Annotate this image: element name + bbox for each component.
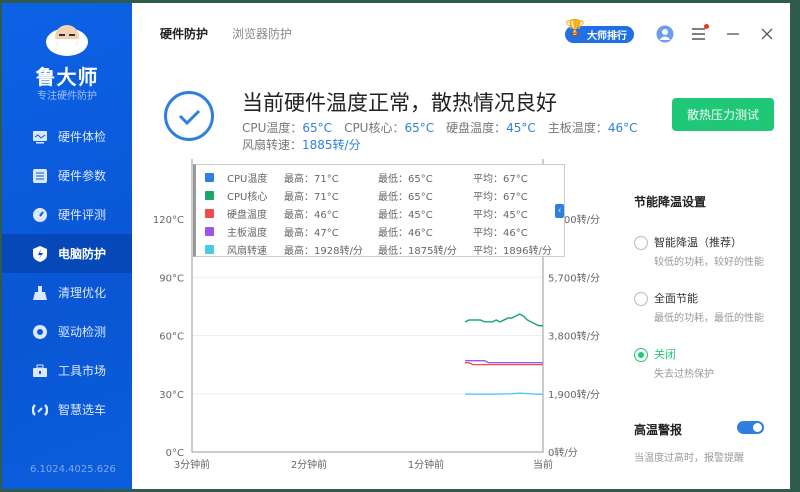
legend-row: 硬盘温度 最高：46°C 最低：45°C 平均：45°C bbox=[196, 204, 564, 222]
option-title: 关闭 bbox=[654, 348, 676, 361]
chevron-left-icon: ‹ bbox=[557, 206, 562, 216]
y-left-tick-label: 120°C bbox=[153, 215, 184, 226]
legend-max: 最高：1928转/分 bbox=[284, 245, 363, 257]
legend-name: 风扇转速 bbox=[227, 245, 267, 257]
app-window: 鲁大师 专注硬件防护 硬件体检 硬件参数 硬件评测 电脑防护 清理优化 驱动检测 工具市场智… bbox=[2, 3, 790, 489]
cooling-option-1[interactable]: 全面节能最低的功耗，最低的性能 bbox=[634, 290, 774, 324]
collapse-legend-button[interactable]: ‹ bbox=[555, 204, 564, 218]
x-tick-label: 2分钟前 bbox=[291, 458, 327, 471]
legend-avg: 平均：67°C bbox=[473, 191, 528, 203]
y-right-tick-label: 1,900转/分 bbox=[548, 388, 600, 401]
legend-min: 最低：45°C bbox=[378, 209, 433, 221]
settings-title: 节能降温设置 bbox=[634, 195, 707, 209]
legend-min: 最低：46°C bbox=[378, 227, 433, 239]
series-line-1 bbox=[464, 313, 543, 327]
cooling-option-2[interactable]: 关闭 失去过热保护 bbox=[634, 346, 774, 380]
legend-min: 最低：65°C bbox=[378, 173, 433, 185]
alarm-toggle[interactable] bbox=[737, 421, 764, 434]
y-left-tick-label: 60°C bbox=[159, 332, 184, 343]
legend-max: 最高：71°C bbox=[284, 191, 339, 203]
radio-button[interactable] bbox=[634, 236, 648, 250]
legend-max: 最高：46°C bbox=[284, 209, 339, 221]
legend-avg: 平均：1896转/分 bbox=[473, 245, 552, 257]
option-title: 智能降温（推荐） bbox=[654, 236, 742, 249]
legend-name: CPU温度 bbox=[227, 173, 268, 185]
legend-avg: 平均：67°C bbox=[473, 173, 528, 185]
x-tick-label: 3分钟前 bbox=[174, 458, 210, 471]
legend-min: 最低：1875转/分 bbox=[378, 245, 457, 257]
y-left-tick-label: 90°C bbox=[159, 273, 184, 284]
x-tick-label: 当前 bbox=[533, 458, 553, 471]
legend-swatch bbox=[205, 172, 214, 182]
legend-swatch bbox=[205, 244, 214, 254]
legend-swatch bbox=[205, 226, 214, 236]
legend-name: 硬盘温度 bbox=[227, 209, 267, 221]
option-description: 最低的功耗，最低的性能 bbox=[654, 313, 764, 324]
legend-swatch bbox=[205, 208, 214, 218]
y-left-tick-label: 30°C bbox=[159, 390, 184, 401]
legend-avg: 平均：46°C bbox=[473, 227, 528, 239]
option-description: 较低的功耗，较好的性能 bbox=[654, 257, 764, 268]
legend-swatch bbox=[205, 190, 214, 200]
chart-legend-tooltip: CPU温度 最高：71°C 最低：65°C 平均：67°C CPU核心 最高：71°C 最低… bbox=[193, 164, 565, 257]
y-left-tick-label: 0°C bbox=[166, 448, 184, 459]
radio-button[interactable] bbox=[634, 292, 648, 306]
legend-avg: 平均：45°C bbox=[473, 209, 528, 221]
option-description: 失去过热保护 bbox=[654, 369, 714, 380]
legend-row: CPU核心 最高：71°C 最低：65°C 平均：67°C bbox=[196, 186, 564, 204]
y-right-tick-label: 5,700转/分 bbox=[548, 271, 600, 284]
option-title: 全面节能 bbox=[654, 292, 698, 305]
alarm-title: 高温警报 bbox=[634, 423, 683, 437]
legend-row: CPU温度 最高：71°C 最低：65°C 平均：67°C bbox=[196, 168, 564, 186]
legend-name: 主板温度 bbox=[227, 227, 267, 239]
cooling-option-0[interactable]: 智能降温（推荐） 较低的功耗，较好的性能 bbox=[634, 234, 774, 268]
legend-min: 最低：65°C bbox=[378, 191, 433, 203]
y-right-tick-label: 3,800转/分 bbox=[548, 330, 600, 343]
legend-name: CPU核心 bbox=[227, 191, 268, 203]
x-tick-label: 1分钟前 bbox=[408, 458, 444, 471]
legend-row: 主板温度 最高：47°C 最低：46°C 平均：46°C bbox=[196, 222, 564, 240]
legend-max: 最高：71°C bbox=[284, 173, 339, 185]
legend-max: 最高：47°C bbox=[284, 227, 339, 239]
y-right-tick-label: 0转/分 bbox=[548, 446, 578, 459]
series-line-3 bbox=[465, 360, 543, 364]
cooling-settings-panel: 节能降温设置 智能降温（推荐） 较低的功耗，较好的性能 全面节能最低的功耗，最低的性… bbox=[634, 193, 774, 380]
radio-button[interactable] bbox=[634, 348, 648, 362]
alarm-description: 当温度过高时，报警提醒 bbox=[634, 453, 744, 464]
legend-row: 风扇转速 最高：1928转/分 最低：1875转/分 平均：1896转/分 bbox=[196, 240, 564, 258]
